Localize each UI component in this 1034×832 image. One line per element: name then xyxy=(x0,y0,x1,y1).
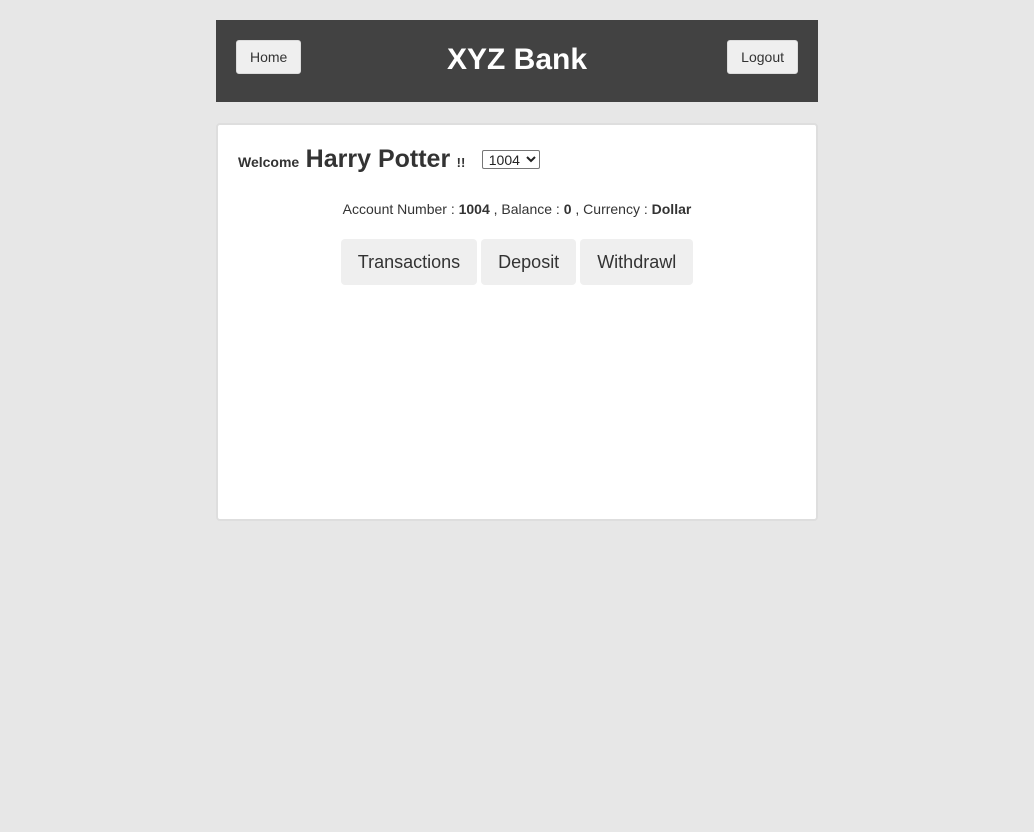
withdrawl-button[interactable]: Withdrawl xyxy=(580,239,694,285)
action-tabs: Transactions Deposit Withdrawl xyxy=(218,239,816,285)
welcome-row: Welcome Harry Potter !! 1004 xyxy=(238,145,540,179)
header-bar: Home XYZ Bank Logout xyxy=(216,20,818,102)
account-panel: Welcome Harry Potter !! 1004 Account Num… xyxy=(216,123,818,521)
logout-button[interactable]: Logout xyxy=(727,40,798,74)
app-container: Home XYZ Bank Logout Welcome Harry Potte… xyxy=(216,20,818,521)
account-select[interactable]: 1004 xyxy=(481,150,540,169)
customer-name: Harry Potter xyxy=(305,145,451,173)
deposit-button[interactable]: Deposit xyxy=(481,239,577,285)
account-number-label: Account Number : xyxy=(342,201,455,217)
balance-label: , Balance : xyxy=(493,201,560,217)
transactions-button[interactable]: Transactions xyxy=(340,239,478,285)
currency-label: , Currency : xyxy=(575,201,648,217)
account-number-value: 1004 xyxy=(458,201,490,217)
welcome-suffix: !! xyxy=(456,155,466,170)
account-info: Account Number : 1004 , Balance : 0 , Cu… xyxy=(218,201,816,217)
currency-value: Dollar xyxy=(651,201,692,217)
balance-value: 0 xyxy=(563,201,572,217)
welcome-label: Welcome xyxy=(238,154,300,170)
